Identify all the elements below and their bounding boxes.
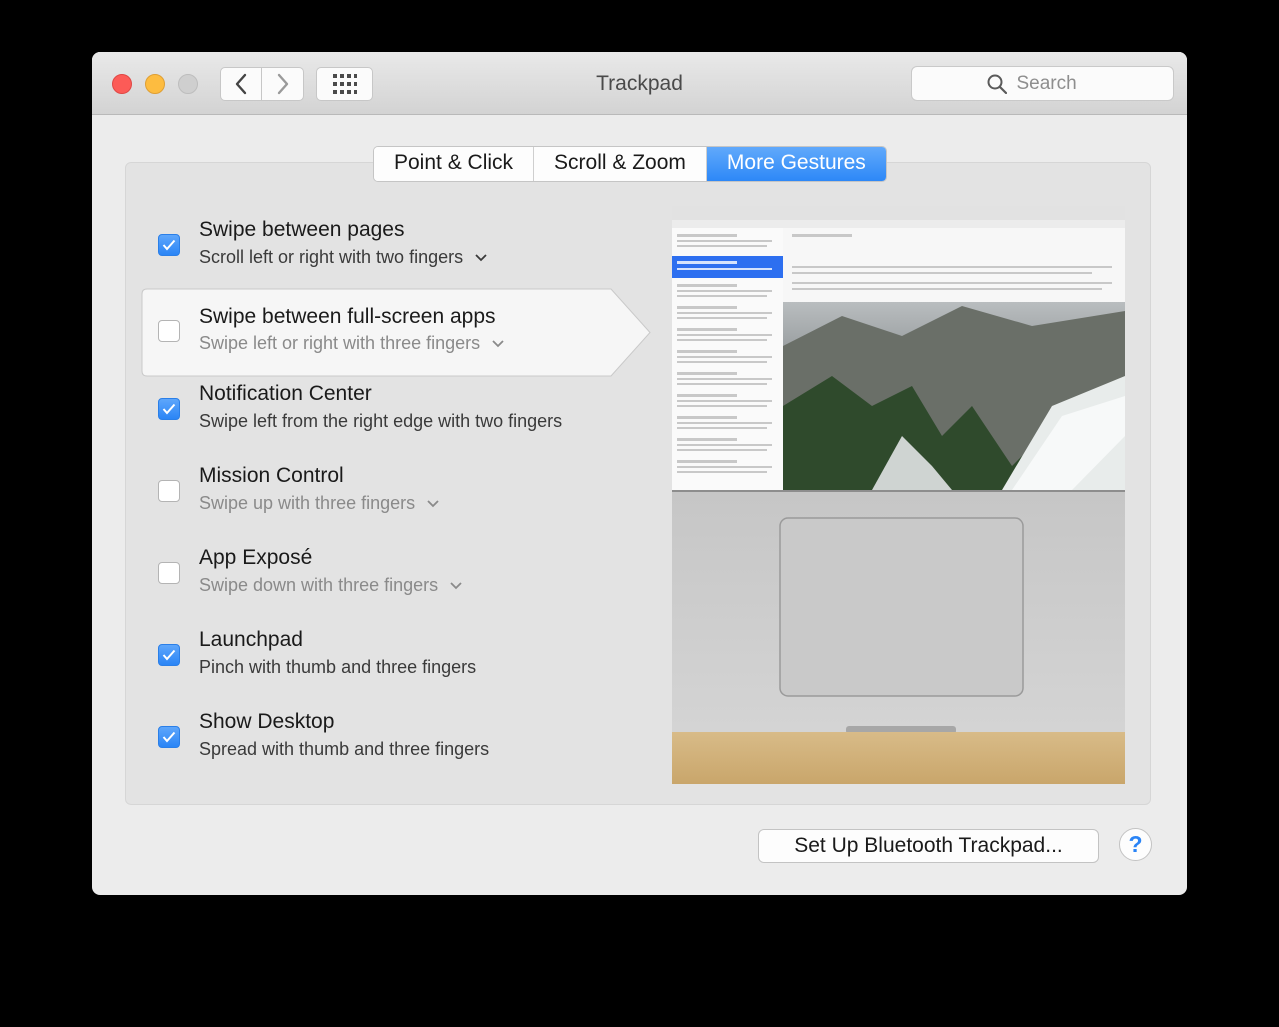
gesture-title: Mission Control — [199, 464, 344, 487]
gesture-subtitle: Scroll left or right with two fingers — [199, 247, 464, 267]
gesture-mission-control: Mission Control Swipe up with three fing… — [141, 448, 621, 530]
preview-illustration — [672, 206, 1125, 784]
chevron-down-icon — [427, 499, 439, 507]
gesture-swipe-between-full-screen-apps: Swipe between full-screen apps Swipe lef… — [141, 288, 621, 370]
help-button[interactable]: ? — [1119, 828, 1152, 861]
gesture-option-menu[interactable]: Swipe left or right with three fingers — [199, 333, 504, 354]
tab-more-gestures[interactable]: More Gestures — [706, 147, 886, 181]
gesture-title: Swipe between pages — [199, 218, 405, 241]
gesture-title: Swipe between full-screen apps — [199, 305, 496, 328]
checkmark-icon — [162, 649, 176, 661]
gesture-subtitle: Swipe down with three fingers — [199, 575, 439, 595]
gesture-show-desktop: Show Desktop Spread with thumb and three… — [141, 694, 621, 776]
gesture-subtitle: Spread with thumb and three fingers — [199, 739, 490, 759]
gesture-subtitle: Swipe left from the right edge with two … — [199, 411, 563, 431]
gesture-subtitle: Pinch with thumb and three fingers — [199, 657, 477, 677]
gesture-preview-image — [672, 206, 1125, 784]
checkmark-icon — [162, 239, 176, 251]
checkbox[interactable] — [158, 480, 180, 502]
gesture-app-expose: App Exposé Swipe down with three fingers — [141, 530, 621, 612]
gesture-title: Launchpad — [199, 628, 303, 651]
checkbox[interactable] — [158, 320, 180, 342]
checkbox[interactable] — [158, 398, 180, 420]
checkbox[interactable] — [158, 726, 180, 748]
checkbox[interactable] — [158, 562, 180, 584]
gesture-description: Spread with thumb and three fingers — [199, 739, 489, 760]
tab-scroll-and-zoom[interactable]: Scroll & Zoom — [534, 147, 707, 181]
gesture-option-menu[interactable]: Swipe down with three fingers — [199, 575, 462, 596]
gesture-subtitle: Swipe up with three fingers — [199, 493, 416, 513]
search-icon — [987, 74, 1007, 94]
gesture-description: Swipe left from the right edge with two … — [199, 411, 562, 432]
setup-bluetooth-trackpad-button[interactable]: Set Up Bluetooth Trackpad... — [758, 829, 1099, 863]
title-bar: Trackpad — [92, 52, 1187, 115]
preferences-window: Trackpad Point & Click Scroll & Zoom Mor… — [92, 52, 1187, 895]
gesture-title: Show Desktop — [199, 710, 335, 733]
gesture-option-menu[interactable]: Scroll left or right with two fingers — [199, 247, 487, 268]
chevron-down-icon — [492, 339, 504, 347]
gesture-launchpad: Launchpad Pinch with thumb and three fin… — [141, 612, 621, 694]
tab-point-and-click[interactable]: Point & Click — [374, 147, 535, 181]
checkbox[interactable] — [158, 644, 180, 666]
search-input[interactable] — [1014, 71, 1099, 96]
chevron-down-icon — [450, 581, 462, 589]
tab-bar: Point & Click Scroll & Zoom More Gesture… — [373, 146, 887, 182]
gesture-option-menu[interactable]: Swipe up with three fingers — [199, 493, 439, 514]
chevron-down-icon — [475, 253, 487, 261]
gesture-subtitle: Swipe left or right with three fingers — [199, 333, 481, 353]
checkbox[interactable] — [158, 234, 180, 256]
gesture-swipe-between-pages: Swipe between pages Scroll left or right… — [141, 202, 621, 284]
checkmark-icon — [162, 731, 176, 743]
gesture-title: App Exposé — [199, 546, 313, 569]
gesture-notification-center: Notification Center Swipe left from the … — [141, 366, 621, 448]
checkmark-icon — [162, 403, 176, 415]
gesture-description: Pinch with thumb and three fingers — [199, 657, 476, 678]
search-field[interactable] — [911, 66, 1174, 101]
gesture-title: Notification Center — [199, 382, 372, 405]
